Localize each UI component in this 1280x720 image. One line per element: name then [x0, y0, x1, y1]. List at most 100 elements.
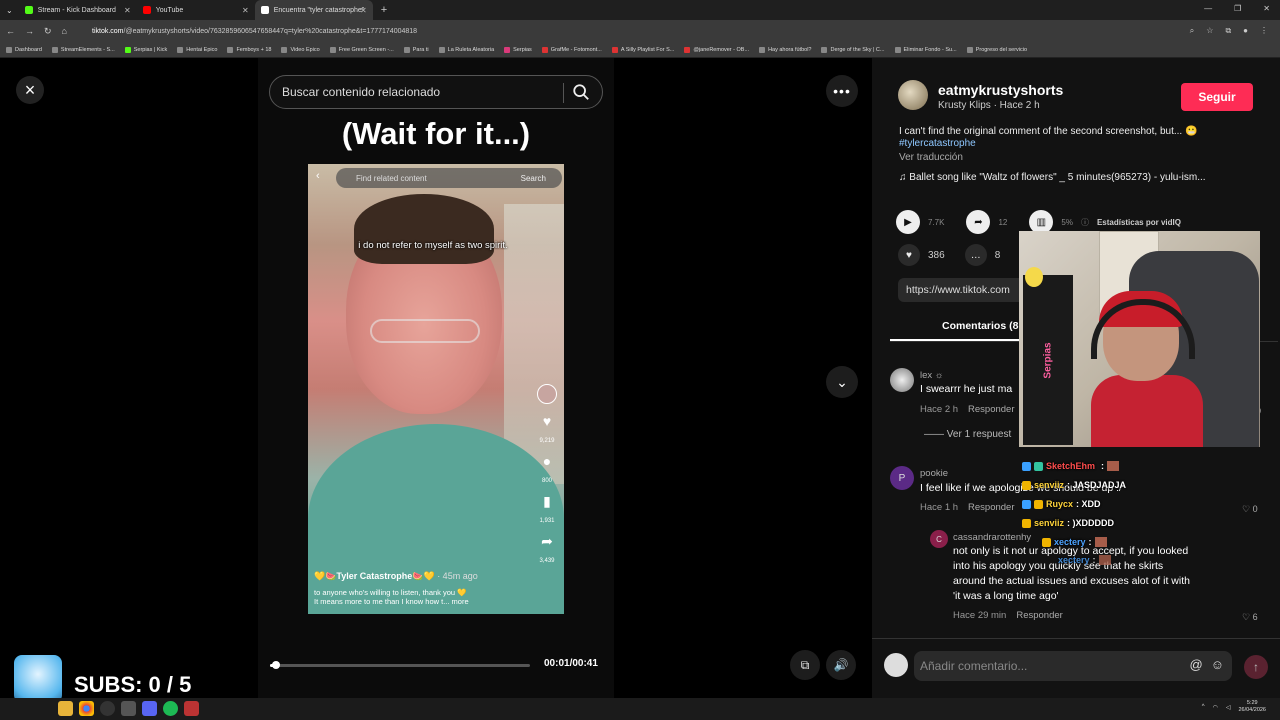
bookmark[interactable]: Serpias | Kick [124, 46, 167, 53]
close-player-button[interactable]: × [16, 76, 44, 104]
send-comment-button[interactable]: ↑ [1244, 655, 1268, 679]
chat-text: : [1088, 537, 1092, 547]
translate-link[interactable]: Ver traducción [899, 152, 963, 163]
comment-username[interactable]: pookie [920, 468, 948, 479]
badge-icon [1034, 461, 1043, 471]
bookmark[interactable]: Hay ahora fútbol? [759, 46, 811, 53]
bookmark[interactable]: StreamElements - S... [51, 46, 115, 53]
emoji-icon[interactable]: ☺ [1211, 657, 1224, 672]
comment-likes: ♡ 0 [1242, 504, 1258, 514]
music-link[interactable]: ♫ Ballet song like "Waltz of flowers" _ … [899, 172, 1267, 183]
kick-icon [24, 6, 33, 14]
reload-icon[interactable]: ↻ [44, 26, 52, 37]
comment-avatar[interactable] [890, 368, 914, 392]
home-icon[interactable]: ⌂ [62, 26, 67, 37]
chat-username: xectery [1058, 555, 1090, 565]
url-field[interactable]: tiktok.com/@eatmykrustyshorts/video/7632… [92, 28, 1190, 35]
avatar-initial: P [898, 472, 906, 484]
comment-icon[interactable]: … [964, 244, 987, 266]
tab-tiktok[interactable]: Encuentra "tyler catastrophe" ✕ [254, 0, 373, 20]
forward-icon[interactable]: → [25, 26, 34, 37]
tab-kick-dashboard[interactable]: Stream - Kick Dashboard ✕ [19, 0, 137, 20]
close-tab-icon[interactable]: ✕ [242, 6, 249, 15]
maximize-icon[interactable]: ❐ [1234, 4, 1241, 13]
volume-icon[interactable]: ◁ [1226, 704, 1231, 711]
bookmark[interactable]: La Ruleta Aleatoria [438, 46, 494, 53]
bookmark[interactable]: Progreso del servicio [966, 46, 1027, 53]
wifi-icon[interactable]: ◠ [1213, 704, 1218, 711]
search-icon[interactable] [572, 83, 590, 101]
hashtag-link[interactable]: #tylercatastrophe [899, 138, 976, 149]
app-icon[interactable] [121, 701, 136, 716]
vidiq-label[interactable]: Estadísticas por vidIQ [1097, 218, 1181, 227]
volume-button[interactable]: 🔊 [826, 650, 856, 680]
bookmark[interactable]: Serpias [504, 46, 532, 53]
chat-message: xectery: [1058, 555, 1111, 565]
obs-icon[interactable] [100, 701, 115, 716]
share-icon[interactable]: ➦ [966, 210, 991, 234]
progress-knob[interactable] [272, 661, 281, 669]
heart-icon[interactable]: ♥ [898, 244, 920, 266]
bookmark[interactable]: Femboys + 18 [227, 46, 271, 53]
tab-label: Stream - Kick Dashboard [37, 6, 116, 14]
subs-avatar [14, 655, 62, 703]
inner-comments: 800 [541, 478, 552, 484]
tab-youtube[interactable]: YouTube ✕ [137, 0, 255, 20]
related-search-input[interactable]: Buscar contenido relacionado [269, 75, 603, 109]
reply-button[interactable]: Responder [968, 502, 1014, 513]
video-progress-bar[interactable] [270, 661, 530, 669]
webcam-banner-text: Serpias [1042, 341, 1054, 379]
bookmark[interactable]: Dashboard [6, 46, 42, 53]
bookmark[interactable]: @janeRemover - OB... [684, 46, 749, 53]
star-icon[interactable]: ☆ [1206, 26, 1213, 36]
chrome-icon[interactable] [79, 701, 94, 716]
view-replies[interactable]: —— Ver 1 respuest [924, 429, 1011, 440]
bookmark[interactable]: Para ti [403, 46, 429, 53]
comment-avatar[interactable]: C [930, 530, 948, 548]
comment-username[interactable]: lex ☼ [920, 370, 944, 381]
comment-avatar[interactable]: P [890, 466, 914, 490]
author-username[interactable]: eatmykrustyshorts [938, 82, 1063, 98]
play-icon[interactable]: ▶ [896, 210, 920, 234]
x-icon [403, 46, 410, 53]
bookmark[interactable]: Video Epico [281, 46, 320, 53]
more-options-button[interactable]: ••• [826, 75, 858, 107]
reply-button[interactable]: Responder [968, 404, 1014, 415]
menu-icon[interactable]: ⋮ [1260, 26, 1268, 36]
follow-button[interactable]: Seguir [1181, 83, 1253, 111]
close-tab-icon[interactable]: ✕ [124, 6, 131, 15]
close-window-icon[interactable]: ✕ [1263, 4, 1270, 13]
next-video-button[interactable]: ⌄ [826, 366, 858, 398]
bookmark[interactable]: A Silly Playlist For S... [611, 46, 674, 53]
folder-icon[interactable] [58, 701, 73, 716]
spotify-icon[interactable] [163, 701, 178, 716]
new-tab-button[interactable]: + [381, 4, 387, 16]
pip-button[interactable]: ⧉ [790, 650, 820, 680]
comment-time: Hace 2 h [920, 404, 959, 415]
video-player[interactable]: Buscar contenido relacionado (Wait for i… [258, 58, 614, 698]
bookmark[interactable]: Hentai Epico [177, 46, 217, 53]
inner-caption: i do not refer to myself as two spirit. [358, 240, 508, 251]
bookmark[interactable]: Derge of the Sky | C... [821, 46, 885, 53]
zoom-icon[interactable]: ⌕ [1190, 26, 1194, 36]
clock[interactable]: 5:29 26/04/2026 [1238, 700, 1266, 714]
comment-input[interactable]: Añadir comentario... @ ☺ [914, 651, 1232, 681]
app-icon[interactable] [184, 701, 199, 716]
comment-username[interactable]: cassandrarottenhy [953, 532, 1031, 543]
bookmark[interactable]: Free Green Screen -... [329, 46, 394, 53]
tab-comments[interactable]: Comentarios (8 [942, 320, 1018, 332]
profile-icon[interactable]: ● [1243, 26, 1248, 36]
reply-button[interactable]: Responder [1016, 610, 1062, 621]
extensions-icon[interactable]: ⧉ [1225, 26, 1231, 36]
bookmark[interactable]: GrafMe - Fotomont... [541, 46, 602, 53]
discord-icon[interactable] [142, 701, 157, 716]
bookmark[interactable]: Eliminar Fondo - Su... [894, 46, 957, 53]
close-tab-icon[interactable]: ✕ [360, 6, 367, 15]
back-icon[interactable]: ← [6, 26, 15, 37]
minimize-icon[interactable]: — [1204, 4, 1212, 13]
bookmark-label: Free Green Screen -... [338, 46, 394, 53]
tab-search-icon[interactable]: ⌄ [0, 6, 19, 15]
chevron-up-icon[interactable]: ^ [1202, 704, 1205, 710]
author-avatar[interactable] [898, 80, 928, 110]
mention-icon[interactable]: @ [1190, 657, 1203, 672]
